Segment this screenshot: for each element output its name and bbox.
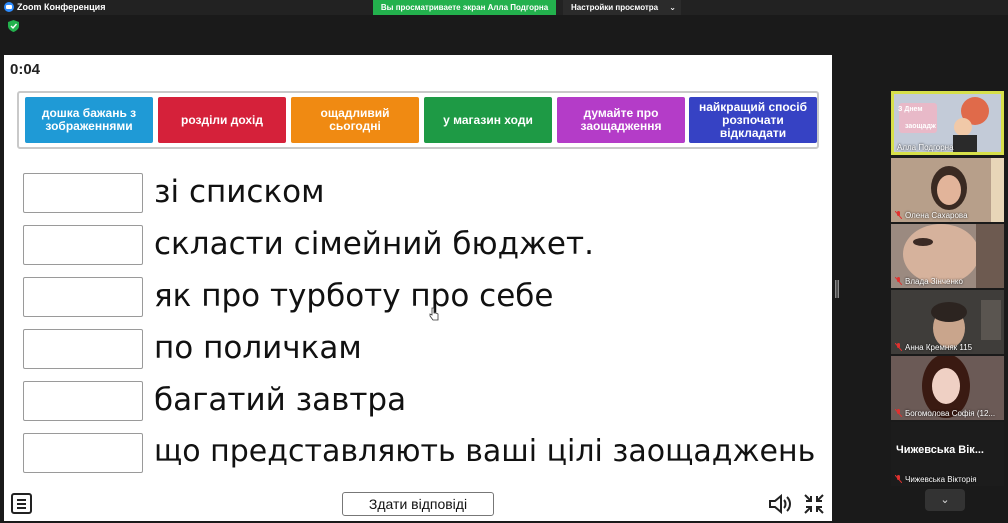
- answer-row: скласти сімейний бюджет.: [23, 225, 823, 265]
- participant-name: Богомолова Софія (12...: [905, 409, 996, 418]
- drop-target-box[interactable]: [23, 277, 143, 317]
- answer-text: як про турботу про себе: [154, 278, 554, 314]
- participant-name: Алла Подгорна: [897, 143, 954, 152]
- scroll-down-button[interactable]: ⌄: [925, 489, 965, 511]
- chevron-down-icon: ⌄: [669, 3, 676, 12]
- drop-target-box[interactable]: [23, 225, 143, 265]
- word-tile[interactable]: думайте про заощадження: [557, 97, 685, 143]
- participant-tile[interactable]: Олена Сахарова: [891, 158, 1004, 222]
- speaker-icon[interactable]: [768, 493, 792, 515]
- answer-row: багатий завтра: [23, 381, 823, 421]
- participant-tile[interactable]: Влада Зінченко: [891, 224, 1004, 288]
- answer-row: як про турботу про себе: [23, 277, 823, 317]
- participant-overlay-text: заощадж: [905, 123, 936, 130]
- participant-tile[interactable]: Анна Кремняк 115: [891, 290, 1004, 354]
- answer-row: по поличкам: [23, 329, 823, 369]
- zoom-logo-icon: [4, 2, 14, 12]
- participant-name: Чижевська Вікторія: [905, 475, 977, 484]
- drop-target-box[interactable]: [23, 381, 143, 421]
- app-title-text: Zoom Конференция: [17, 2, 106, 12]
- answer-text: скласти сімейний бюджет.: [154, 226, 594, 262]
- word-tile-label: розділи дохід: [180, 112, 264, 127]
- timer: 0:04: [10, 61, 41, 78]
- shared-screen: 0:04 дошка бажань з зображеннями розділи…: [4, 55, 832, 521]
- word-tile[interactable]: розділи дохід: [158, 97, 286, 143]
- participant-name: Олена Сахарова: [905, 211, 968, 220]
- security-shield-icon[interactable]: [8, 20, 19, 32]
- word-tile-label: дошка бажань з зображеннями: [41, 106, 137, 133]
- menu-icon[interactable]: [11, 493, 32, 514]
- word-bank: дошка бажань з зображеннями розділи дохі…: [17, 91, 819, 149]
- participant-display-name: Чижевська Вік...: [896, 444, 984, 456]
- word-tile[interactable]: дошка бажань з зображеннями: [25, 97, 153, 143]
- panel-resize-handle[interactable]: [835, 280, 839, 298]
- word-tile-label: думайте про заощадження: [580, 106, 662, 133]
- app-title: Zoom Конференция: [4, 2, 105, 12]
- drop-target-box[interactable]: [23, 329, 143, 369]
- hand-cursor-icon: [429, 307, 439, 321]
- word-tile[interactable]: у магазин ходи: [424, 97, 552, 143]
- word-tile-label: ощадливий сьогодні: [320, 106, 390, 133]
- participant-name: Влада Зінченко: [905, 277, 963, 286]
- chevron-down-icon: ⌄: [940, 494, 950, 506]
- participant-tile[interactable]: Чижевська Вік... Чижевська Вікторія: [891, 422, 1004, 486]
- answer-row: що представляють ваші цілі заощаджень: [23, 433, 823, 473]
- word-tile-label: найкращий спосіб розпочати відкладати: [698, 99, 808, 140]
- word-tile[interactable]: ощадливий сьогодні: [291, 97, 419, 143]
- participant-tile-active[interactable]: З Днем заощадж Алла Подгорна: [891, 91, 1004, 155]
- view-settings-label: Настройки просмотра: [571, 3, 659, 12]
- participant-tile[interactable]: Богомолова Софія (12...: [891, 356, 1004, 420]
- answer-row: зі списком: [23, 173, 823, 213]
- word-tile-label: у магазин ходи: [443, 112, 533, 127]
- answer-text: по поличкам: [154, 330, 362, 366]
- answer-text: зі списком: [154, 174, 325, 210]
- screen-share-banner: Вы просматриваете экран Алла Подгорна: [373, 0, 556, 15]
- drop-target-box[interactable]: [23, 173, 143, 213]
- exit-fullscreen-icon[interactable]: [803, 493, 825, 515]
- drop-target-box[interactable]: [23, 433, 143, 473]
- view-settings-menu[interactable]: Настройки просмотра ⌄: [563, 0, 681, 15]
- word-tile[interactable]: найкращий спосіб розпочати відкладати: [689, 97, 817, 143]
- submit-answers-button[interactable]: Здати відповіді: [342, 492, 494, 516]
- participant-overlay-text: З Днем: [898, 106, 923, 113]
- participant-name: Анна Кремняк 115: [905, 343, 973, 352]
- answer-text: багатий завтра: [154, 382, 407, 418]
- answer-text: що представляють ваші цілі заощаджень: [154, 434, 816, 469]
